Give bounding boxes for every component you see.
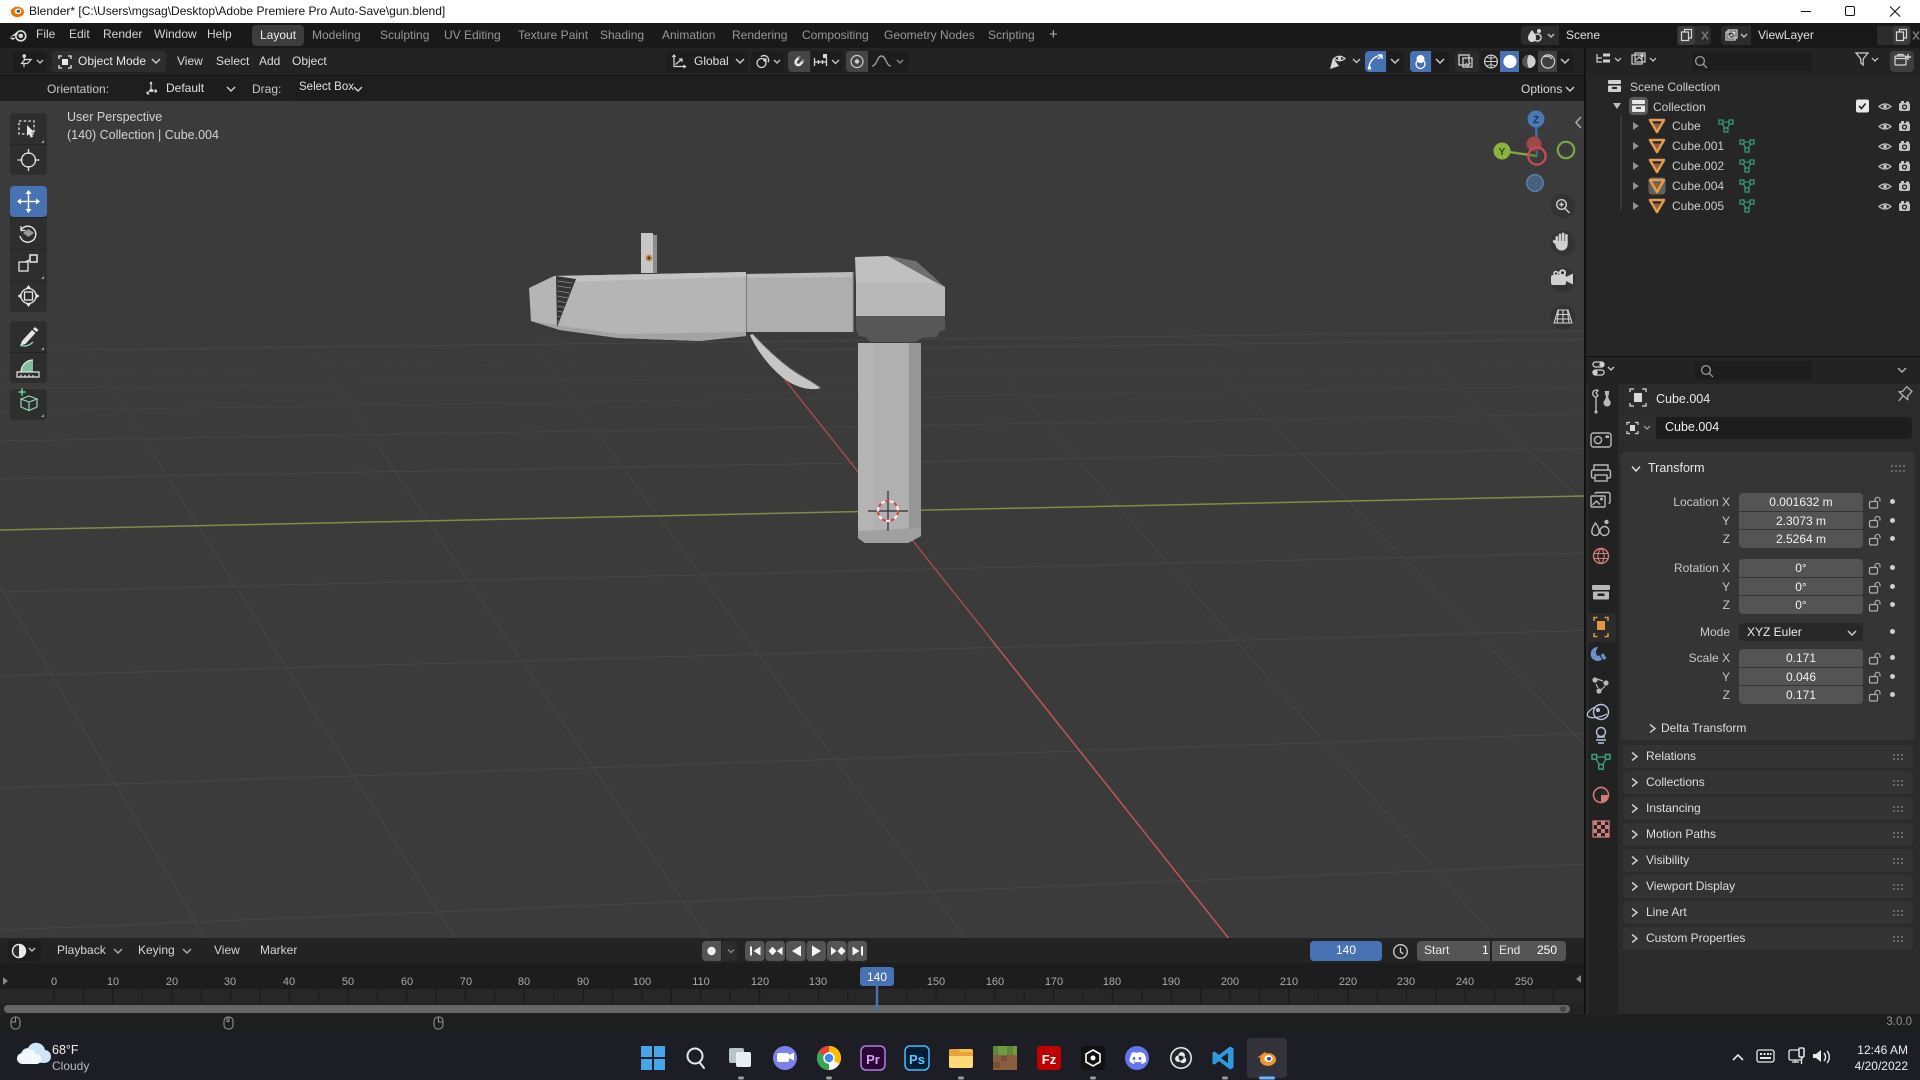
svg-text:Y: Y [1499, 147, 1506, 158]
svg-text:170: 170 [1045, 976, 1063, 988]
svg-text:230: 230 [1397, 976, 1415, 988]
svg-text:Cube: Cube [1672, 119, 1701, 133]
svg-text:0: 0 [51, 976, 57, 988]
svg-text:220: 220 [1339, 976, 1357, 988]
svg-text:200: 200 [1221, 976, 1239, 988]
svg-text:210: 210 [1280, 976, 1298, 988]
svg-text:20: 20 [166, 976, 178, 988]
svg-text:10: 10 [107, 976, 119, 988]
svg-text:40: 40 [283, 976, 295, 988]
svg-text:120: 120 [751, 976, 769, 988]
svg-text:160: 160 [986, 976, 1004, 988]
svg-text:4/20/2022: 4/20/2022 [1855, 1059, 1909, 1073]
svg-text:Cube.002: Cube.002 [1672, 159, 1724, 173]
svg-text:68°F: 68°F [52, 1043, 79, 1057]
svg-text:60: 60 [401, 976, 413, 988]
svg-text:30: 30 [224, 976, 236, 988]
svg-text:Cube.004: Cube.004 [1656, 392, 1710, 406]
svg-text:240: 240 [1456, 976, 1474, 988]
svg-text:Cube.004: Cube.004 [1672, 179, 1724, 193]
svg-text:150: 150 [927, 976, 945, 988]
svg-text:130: 130 [809, 976, 827, 988]
svg-text:Ps: Ps [909, 1052, 925, 1067]
svg-text:Z: Z [1533, 115, 1539, 126]
svg-text:70: 70 [460, 976, 472, 988]
svg-text:50: 50 [342, 976, 354, 988]
svg-text:Fz: Fz [1042, 1052, 1057, 1067]
svg-text:Cube.001: Cube.001 [1672, 139, 1724, 153]
svg-text:90: 90 [577, 976, 589, 988]
svg-text:Cloudy: Cloudy [52, 1059, 89, 1073]
svg-text:250: 250 [1515, 976, 1533, 988]
svg-text:110: 110 [692, 976, 710, 988]
svg-text:Collection: Collection [1653, 100, 1706, 114]
svg-text:Scene Collection: Scene Collection [1630, 80, 1720, 94]
svg-text:(140) Collection | Cube.004: (140) Collection | Cube.004 [67, 128, 219, 142]
svg-text:180: 180 [1103, 976, 1121, 988]
svg-text:Pr: Pr [866, 1052, 880, 1067]
svg-text:User Perspective: User Perspective [67, 110, 162, 124]
svg-text:Cube.005: Cube.005 [1672, 199, 1724, 213]
svg-text:80: 80 [518, 976, 530, 988]
svg-text:100: 100 [633, 976, 651, 988]
svg-text:190: 190 [1162, 976, 1180, 988]
svg-text:140: 140 [867, 970, 887, 984]
svg-text:12:46 AM: 12:46 AM [1857, 1043, 1908, 1057]
